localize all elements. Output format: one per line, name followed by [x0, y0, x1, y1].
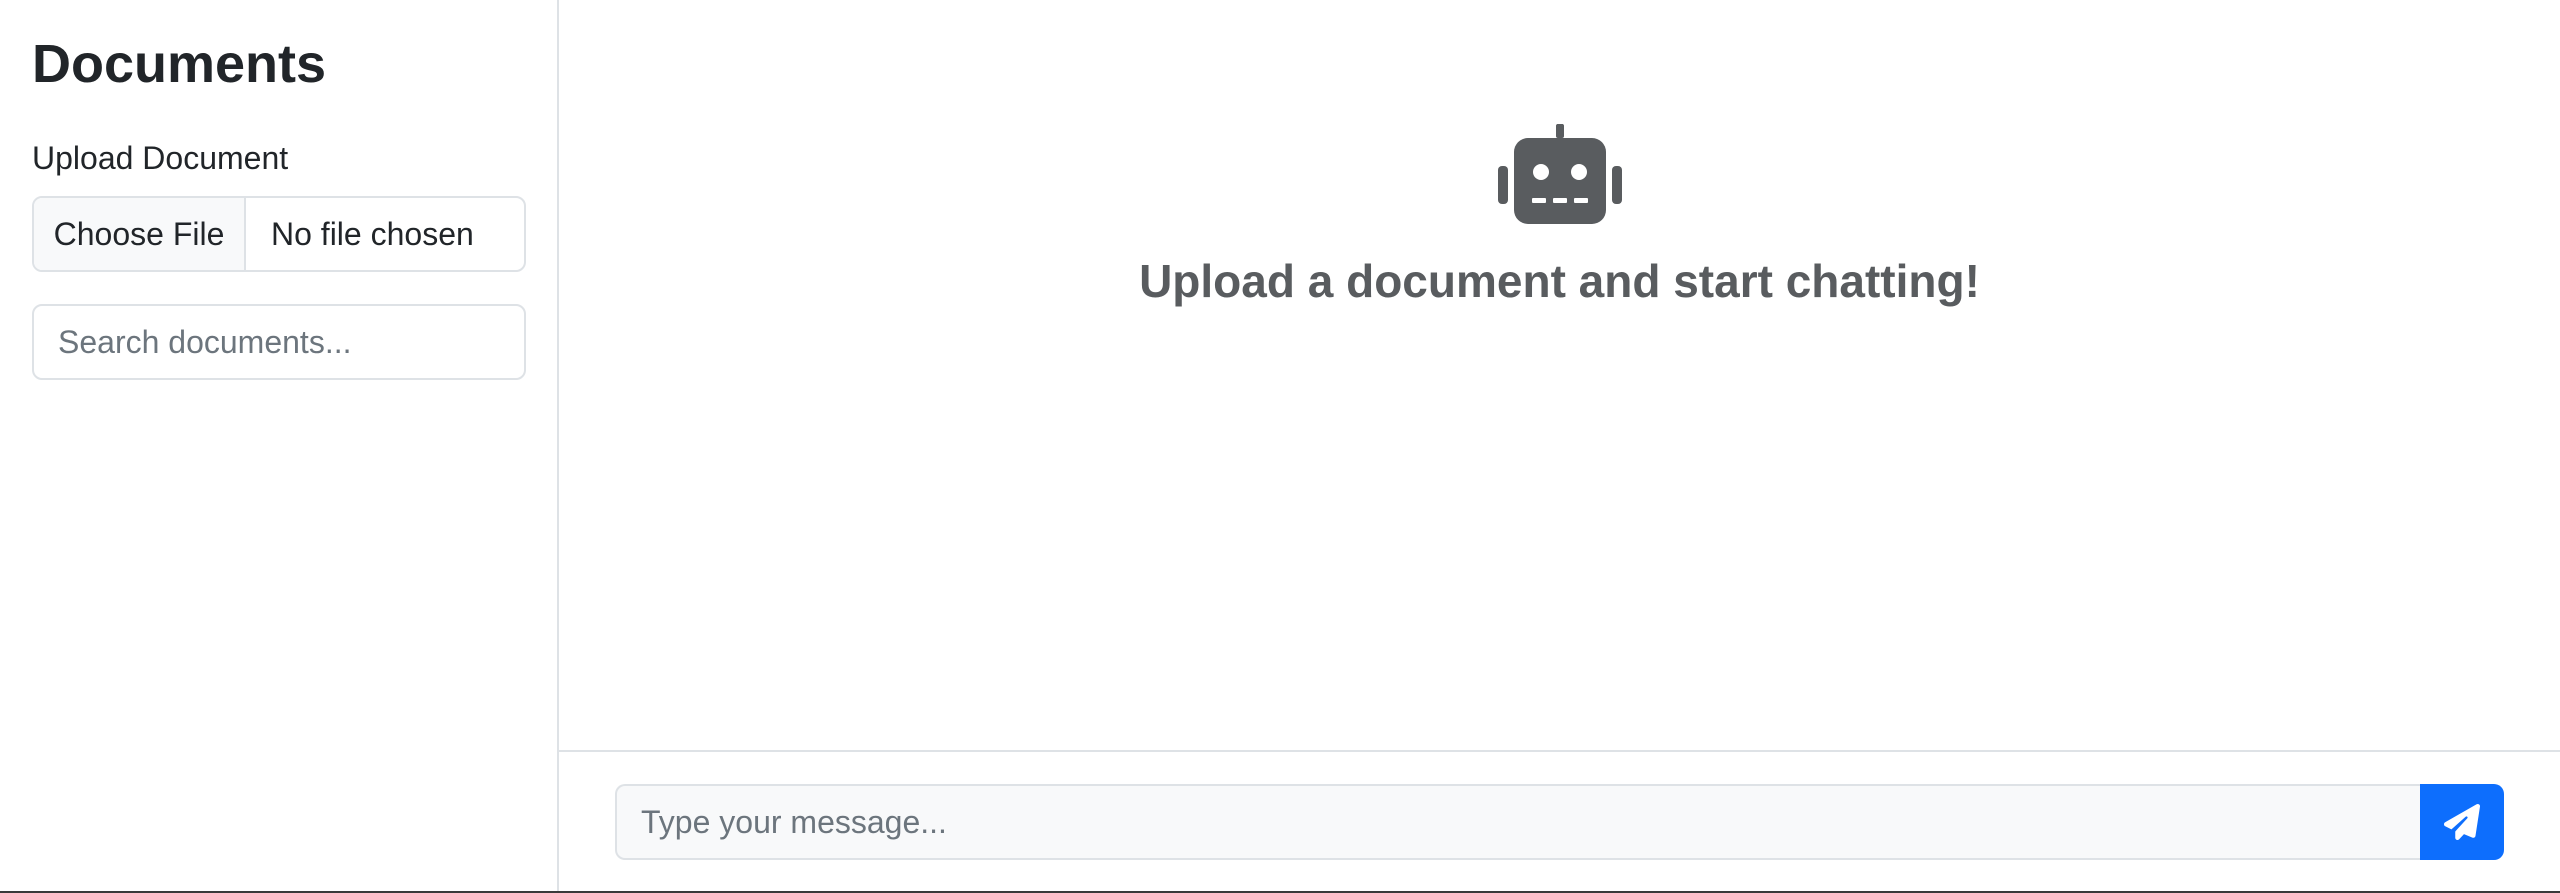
documents-sidebar: Documents Upload Document Choose File No… — [0, 0, 559, 893]
empty-state-message: Upload a document and start chatting! — [1139, 255, 1980, 307]
robot-icon — [1497, 124, 1622, 224]
search-documents-input[interactable] — [32, 304, 526, 381]
message-input[interactable] — [615, 784, 2420, 860]
paper-plane-icon — [2444, 804, 2480, 840]
app-window: Documents Upload Document Choose File No… — [0, 0, 2560, 893]
file-upload-input[interactable]: Choose File No file chosen — [32, 196, 526, 273]
choose-file-button[interactable]: Choose File — [34, 198, 246, 271]
chat-messages-area: Upload a document and start chatting! — [559, 0, 2560, 750]
file-status-text: No file chosen — [271, 215, 474, 252]
send-button[interactable] — [2420, 784, 2504, 860]
chat-main: Upload a document and start chatting! — [559, 0, 2560, 893]
message-composer — [559, 750, 2560, 893]
sidebar-title: Documents — [32, 34, 327, 94]
upload-document-label: Upload Document — [32, 139, 289, 176]
